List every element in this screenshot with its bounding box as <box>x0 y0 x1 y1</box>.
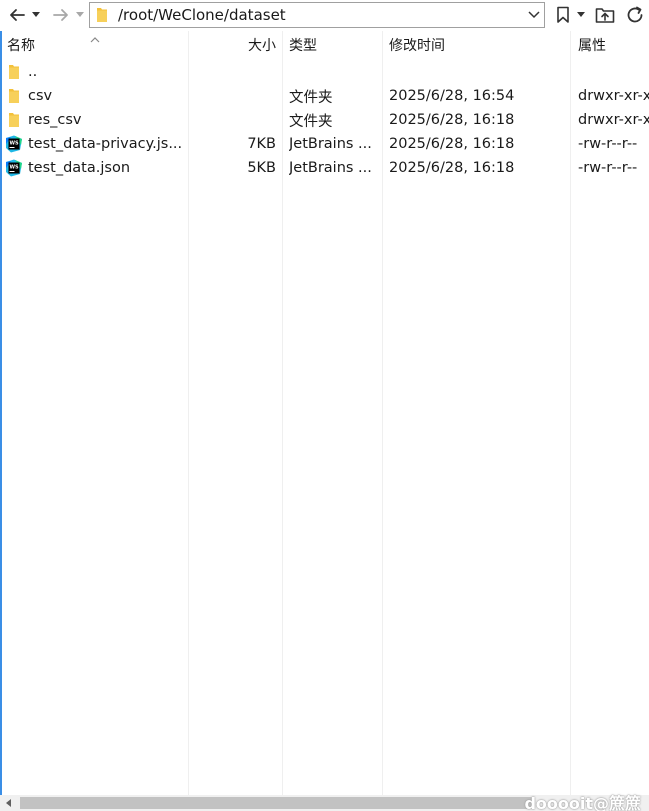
folder-icon <box>5 60 23 84</box>
bookmark-dropdown[interactable] <box>575 3 587 27</box>
column-header-mtime[interactable]: 修改时间 <box>389 31 445 59</box>
bookmark-icon <box>557 6 569 23</box>
caret-down-icon <box>32 12 40 17</box>
file-attributes: -rw-r--r-- <box>578 160 638 176</box>
caret-down-icon <box>76 12 84 17</box>
file-type <box>289 60 379 84</box>
file-browser-panel: /root/WeClone/dataset 名称 大小 类型 修改时间 属性 .… <box>0 0 649 811</box>
file-name: res_csv <box>28 112 82 128</box>
file-size <box>190 60 276 84</box>
scrollbar-thumb[interactable] <box>20 797 532 809</box>
column-header-name[interactable]: 名称 <box>7 31 35 59</box>
webstorm-file-icon: WS <box>5 132 23 156</box>
address-bar[interactable]: /root/WeClone/dataset <box>89 2 545 28</box>
file-row-parent[interactable]: .. <box>0 60 649 84</box>
file-name: csv <box>28 88 53 104</box>
file-attributes <box>578 60 649 84</box>
file-row-csv[interactable]: csv 文件夹 2025/6/28, 16:54 drwxr-xr-x <box>0 84 649 108</box>
file-mtime: 2025/6/28, 16:18 <box>389 160 515 176</box>
file-list: .. csv 文件夹 2025/6/28, 16:54 drwxr-xr-x r… <box>0 60 649 180</box>
svg-text:WS: WS <box>10 165 20 171</box>
file-row-test-data[interactable]: WS test_data.json 5KB JetBrains ... 2025… <box>0 156 649 180</box>
scroll-left-button[interactable] <box>0 795 18 811</box>
svg-text:WS: WS <box>10 141 20 147</box>
file-size: 5KB <box>247 160 276 176</box>
file-name: test_data.json <box>28 160 131 176</box>
file-size <box>190 108 276 132</box>
refresh-button[interactable] <box>623 3 647 27</box>
arrow-right-icon <box>53 9 68 21</box>
file-type: 文件夹 <box>289 89 333 106</box>
file-name: test_data-privacy.js... <box>28 136 183 152</box>
back-button[interactable] <box>6 3 28 27</box>
forward-button[interactable] <box>50 3 72 27</box>
column-header: 名称 大小 类型 修改时间 属性 <box>0 31 649 59</box>
column-header-type[interactable]: 类型 <box>289 31 317 59</box>
caret-left-icon <box>6 799 11 807</box>
file-attributes: drwxr-xr-x <box>578 88 649 104</box>
file-type: JetBrains ... <box>289 136 372 152</box>
chevron-down-icon <box>528 11 540 19</box>
refresh-icon <box>627 6 643 23</box>
toolbar: /root/WeClone/dataset <box>0 0 649 30</box>
caret-down-icon <box>577 12 585 17</box>
file-mtime: 2025/6/28, 16:54 <box>389 88 515 104</box>
folder-icon <box>5 84 23 108</box>
file-mtime: 2025/6/28, 16:18 <box>389 112 515 128</box>
file-attributes: drwxr-xr-x <box>578 112 649 128</box>
file-row-test-data-privacy[interactable]: WS test_data-privacy.js... 7KB JetBrains… <box>0 132 649 156</box>
column-header-size[interactable]: 大小 <box>190 31 276 59</box>
parent-folder-button[interactable] <box>593 3 617 27</box>
folder-up-icon <box>595 8 615 23</box>
webstorm-file-icon: WS <box>5 156 23 180</box>
file-name: .. <box>28 64 38 80</box>
file-mtime: 2025/6/28, 16:18 <box>389 136 515 152</box>
folder-icon <box>5 108 23 132</box>
file-mtime <box>389 60 569 84</box>
column-header-attributes[interactable]: 属性 <box>578 31 606 59</box>
file-row-res-csv[interactable]: res_csv 文件夹 2025/6/28, 16:18 drwxr-xr-x <box>0 108 649 132</box>
forward-history-dropdown[interactable] <box>74 3 86 27</box>
arrow-left-icon <box>10 9 25 21</box>
back-history-dropdown[interactable] <box>30 3 42 27</box>
file-type: 文件夹 <box>289 113 333 130</box>
folder-icon <box>96 7 108 27</box>
address-dropdown[interactable] <box>524 3 544 27</box>
file-attributes: -rw-r--r-- <box>578 136 638 152</box>
bookmark-button[interactable] <box>553 3 573 27</box>
sort-ascending-icon <box>90 31 100 47</box>
file-size: 7KB <box>247 136 276 152</box>
file-size <box>190 84 276 108</box>
watermark: dooooit@䉀䉀 <box>524 794 641 811</box>
address-path: /root/WeClone/dataset <box>118 6 286 24</box>
file-type: JetBrains ... <box>289 160 372 176</box>
